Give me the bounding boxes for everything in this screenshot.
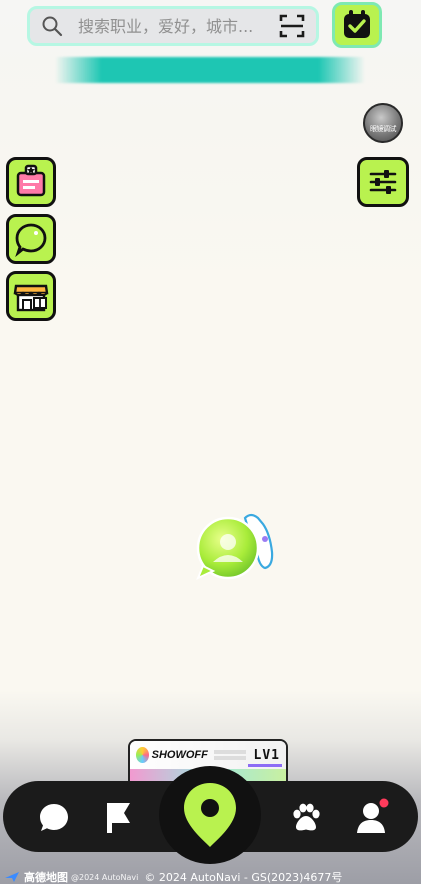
map-pin-icon	[184, 783, 236, 847]
paw-icon	[293, 803, 320, 831]
map-view-toggle-label: 眼镜调试	[370, 125, 397, 133]
profile-card-name-placeholder	[213, 748, 246, 762]
profile-card-header: SHOWOFF LV1	[130, 741, 286, 769]
scan-icon[interactable]	[278, 12, 306, 40]
user-location-avatar[interactable]	[193, 508, 277, 588]
profile-card-brand: SHOWOFF	[151, 749, 208, 761]
map-attribution: 高德地图 @2024 AutoNavi © 2024 AutoNavi - GS…	[4, 870, 342, 884]
nav-flags-button[interactable]	[98, 798, 138, 838]
nav-pets-button[interactable]	[286, 798, 326, 838]
level-progress-bar	[248, 764, 282, 767]
nav-profile-button[interactable]	[352, 796, 392, 836]
check-calendar-icon	[344, 10, 370, 38]
announcement-banner[interactable]	[55, 57, 365, 83]
shop-icon	[13, 284, 49, 312]
notification-dot	[379, 798, 389, 808]
map-view-toggle-button[interactable]: 眼镜调试	[363, 103, 403, 143]
flag-icon	[107, 803, 130, 833]
user-icon	[357, 798, 389, 833]
filter-sliders-icon	[369, 170, 397, 194]
search-input[interactable]	[78, 11, 278, 41]
chat-bubble-icon	[15, 223, 47, 257]
id-badge-button[interactable]	[6, 157, 56, 207]
chat-bubble-button[interactable]	[6, 214, 56, 264]
map-provider-name: 高德地图	[24, 871, 68, 884]
shop-button[interactable]	[6, 271, 56, 321]
showoff-logo-icon	[136, 747, 149, 763]
id-badge-icon	[16, 164, 46, 197]
nav-messages-button[interactable]	[34, 798, 74, 838]
filter-button[interactable]	[357, 157, 409, 207]
message-icon	[40, 804, 68, 831]
map-provider-copyright: @2024 AutoNavi	[71, 872, 139, 882]
checkin-button[interactable]	[332, 2, 382, 48]
nav-map-button[interactable]	[159, 766, 261, 864]
amap-logo-icon	[5, 872, 19, 882]
search-bar[interactable]	[27, 6, 319, 46]
search-icon	[42, 16, 63, 37]
level-label: LV1	[253, 747, 280, 763]
map-license-text: © 2024 AutoNavi - GS(2023)4677号	[144, 871, 343, 884]
